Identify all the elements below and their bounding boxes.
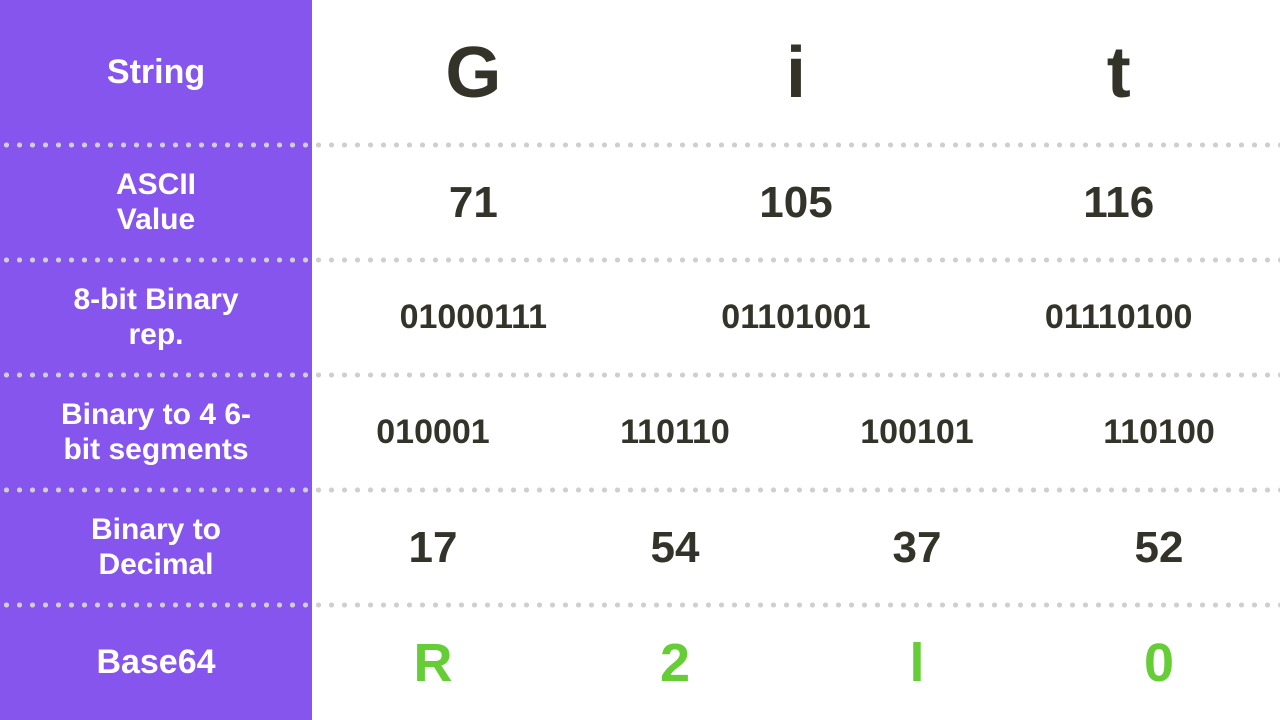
ascii-value: 71: [312, 178, 635, 228]
decimal-value: 17: [312, 523, 554, 573]
decimal-value: 52: [1038, 523, 1280, 573]
row-6bit-segments: Binary to 4 6-bit segments 010001 110110…: [0, 375, 1280, 490]
label-8bit-binary: 8-bit Binaryrep.: [0, 260, 312, 375]
binary-8bit: 01101001: [635, 298, 958, 337]
data-6bit-segments: 010001 110110 100101 110100: [312, 375, 1280, 490]
base64-char: 2: [554, 632, 796, 694]
divider: [0, 256, 1280, 264]
data-8bit-binary: 01000111 01101001 01110100: [312, 260, 1280, 375]
decimal-value: 37: [796, 523, 1038, 573]
binary-6bit: 110100: [1038, 413, 1280, 452]
binary-6bit: 100101: [796, 413, 1038, 452]
binary-8bit: 01000111: [312, 298, 635, 337]
label-decimal: Binary toDecimal: [0, 490, 312, 605]
encoding-table: String G i t ASCIIValue 71 105 116 8-bit…: [0, 0, 1280, 720]
divider: [0, 601, 1280, 609]
base64-char: l: [796, 632, 1038, 694]
data-string: G i t: [312, 0, 1280, 145]
data-ascii: 71 105 116: [312, 145, 1280, 260]
binary-6bit: 110110: [554, 413, 796, 452]
string-char: i: [635, 32, 958, 114]
divider: [0, 486, 1280, 494]
data-decimal: 17 54 37 52: [312, 490, 1280, 605]
row-decimal: Binary toDecimal 17 54 37 52: [0, 490, 1280, 605]
label-string: String: [0, 0, 312, 145]
row-base64: Base64 R 2 l 0: [0, 605, 1280, 720]
label-6bit-segments: Binary to 4 6-bit segments: [0, 375, 312, 490]
string-char: G: [312, 32, 635, 114]
decimal-value: 54: [554, 523, 796, 573]
base64-char: R: [312, 632, 554, 694]
data-base64: R 2 l 0: [312, 605, 1280, 720]
ascii-value: 105: [635, 178, 958, 228]
binary-6bit: 010001: [312, 413, 554, 452]
row-8bit-binary: 8-bit Binaryrep. 01000111 01101001 01110…: [0, 260, 1280, 375]
ascii-value: 116: [957, 178, 1280, 228]
label-ascii: ASCIIValue: [0, 145, 312, 260]
label-base64: Base64: [0, 605, 312, 720]
divider: [0, 371, 1280, 379]
row-ascii: ASCIIValue 71 105 116: [0, 145, 1280, 260]
divider: [0, 141, 1280, 149]
base64-char: 0: [1038, 632, 1280, 694]
string-char: t: [957, 32, 1280, 114]
row-string: String G i t: [0, 0, 1280, 145]
binary-8bit: 01110100: [957, 298, 1280, 337]
